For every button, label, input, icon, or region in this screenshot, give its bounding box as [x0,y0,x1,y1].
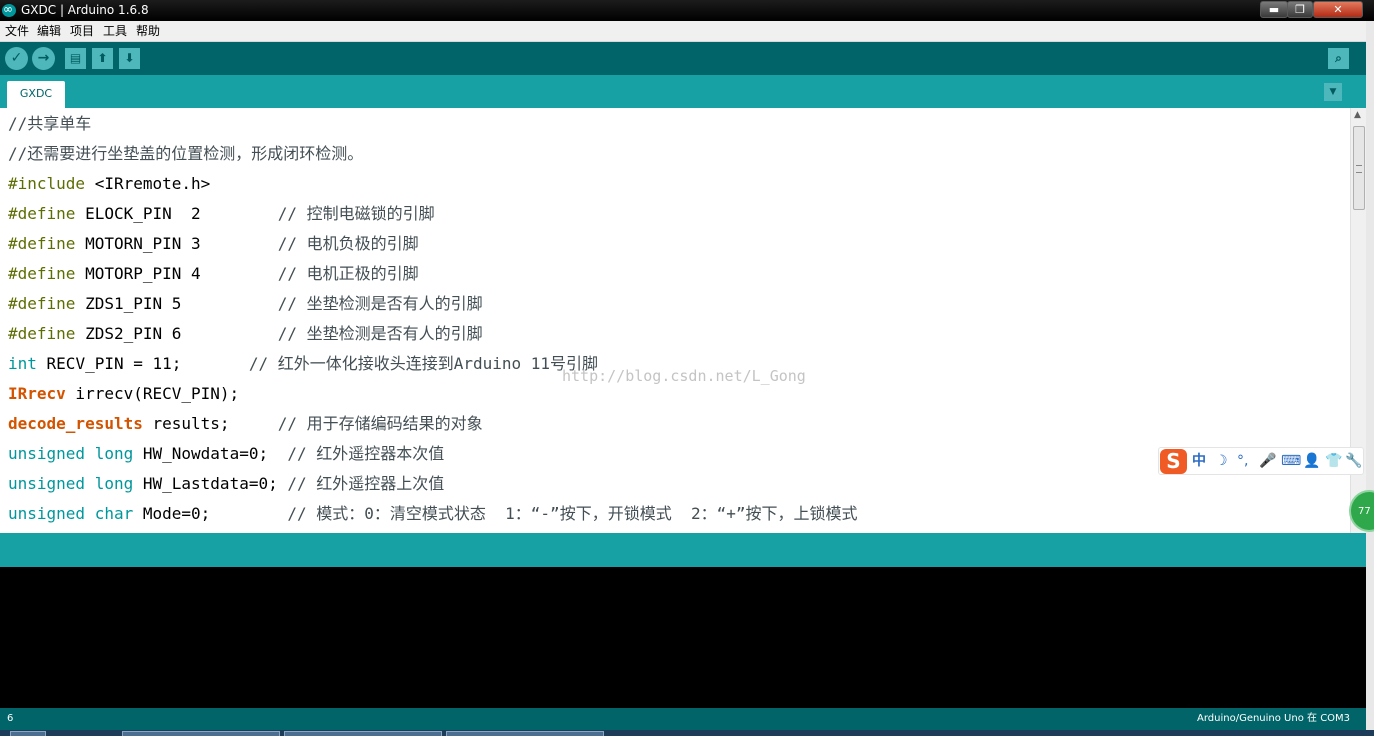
code-token-type: unsigned long [8,444,134,463]
code-line-3: #include <IRremote.h> [8,169,210,199]
code-token-text: MOTORP_PIN 4 [75,264,278,283]
verify-button[interactable]: ✓ [5,47,28,70]
code-token-directive: #include [8,174,86,193]
taskbar-item-1[interactable] [122,731,280,736]
code-line-5: #define MOTORN_PIN 3 // 电机负极的引脚 [8,229,419,259]
serial-monitor-button[interactable]: ⌕ [1328,48,1349,69]
code-line-8: #define ZDS2_PIN 6 // 坐垫检测是否有人的引脚 [8,319,483,349]
menu-edit[interactable]: 编辑 [34,21,64,42]
code-token-comment: // 电机负极的引脚 [277,234,419,253]
code-token-type: int [8,354,37,373]
ime-settings-wrench-icon[interactable]: 🔧 [1345,452,1362,470]
ime-toolbar[interactable]: S 中 ☽ °, 🎤 ⌨ 👤 👕 🔧 [1158,447,1364,475]
code-token-text: MOTORN_PIN 3 [75,234,278,253]
code-token-class: IRrecv [8,384,66,403]
menu-tools[interactable]: 工具 [100,21,130,42]
code-token-comment: // 电机正极的引脚 [277,264,419,283]
scroll-up-arrow-icon[interactable]: ▲ [1354,110,1361,120]
code-token-type: unsigned long [8,474,134,493]
code-line-13: unsigned long HW_Lastdata=0; // 红外遥控器上次值 [8,469,444,499]
code-token-comment: // 坐垫检测是否有人的引脚 [277,324,483,343]
title-bar: GXDC | Arduino 1.6.8 ▬ ❐ ✕ [0,0,1374,21]
console-output[interactable] [0,567,1366,708]
code-line-14: unsigned char Mode=0; // 模式：0：清空模式状态 1：“… [8,499,858,529]
code-token-text: results; [142,414,278,433]
message-area [0,533,1366,567]
scrollbar-thumb[interactable] [1353,126,1365,210]
tab-gxdc[interactable]: GXDC [7,81,65,108]
menu-file[interactable]: 文件 [2,21,32,42]
code-line-12: unsigned long HW_Nowdata=0; // 红外遥控器本次值 [8,439,444,469]
tab-menu-chevron-down-icon[interactable]: ▼ [1324,83,1342,101]
code-token-type: unsigned char [8,504,134,523]
status-bar: 6 Arduino/Genuino Uno 在 COM3 [0,708,1366,730]
code-token-text: <IRremote.h> [85,174,211,193]
arduino-ide-window: GXDC | Arduino 1.6.8 ▬ ❐ ✕ 文件 编辑 项目 工具 帮… [0,0,1374,736]
os-taskbar [0,730,1374,736]
code-token-comment: // 模式：0：清空模式状态 1：“-”按下，开锁模式 2：“+”按下，上锁模式 [287,504,858,523]
code-token-text: irrecv(RECV_PIN); [65,384,240,403]
code-token-directive: #define [8,294,76,313]
code-line-6: #define MOTORP_PIN 4 // 电机正极的引脚 [8,259,419,289]
code-token-comment: // 红外遥控器上次值 [287,474,445,493]
code-token-comment: // 控制电磁锁的引脚 [277,204,435,223]
code-token-directive: #define [8,204,76,223]
ime-half-width-moon-icon[interactable]: ☽ [1215,452,1228,470]
save-sketch-button[interactable]: ⬇ [119,48,140,69]
blog-watermark: http://blog.csdn.net/L_Gong [562,367,806,385]
menu-bar: 文件 编辑 项目 工具 帮助 [0,21,1374,42]
status-line-number: 6 [7,713,14,724]
code-line-11: decode_results results; // 用于存储编码结果的对象 [8,409,483,439]
menu-sketch[interactable]: 项目 [67,21,97,42]
code-token-comment: // 红外遥控器本次值 [287,444,445,463]
menu-help[interactable]: 帮助 [133,21,163,42]
code-token-text: ZDS2_PIN 6 [75,324,278,343]
code-token-class: decode_results [8,414,143,433]
code-token-text: ZDS1_PIN 5 [75,294,278,313]
code-token-directive: #define [8,324,76,343]
taskbar-start-button[interactable] [10,731,46,736]
code-line-7: #define ZDS1_PIN 5 // 坐垫检测是否有人的引脚 [8,289,483,319]
code-token-text: RECV_PIN = 11; [36,354,249,373]
sogou-logo-icon[interactable]: S [1160,449,1187,474]
ime-user-icon[interactable]: 👤 [1303,452,1320,470]
taskbar-item-3[interactable] [446,731,604,736]
minimize-button[interactable]: ▬ [1260,1,1288,18]
close-button[interactable]: ✕ [1313,1,1363,18]
status-board-port: Arduino/Genuino Uno 在 COM3 [1197,713,1351,724]
code-token-text: ELOCK_PIN 2 [75,204,278,223]
code-token-comment: // 用于存储编码结果的对象 [277,414,483,433]
code-token-text: Mode=0; [133,504,288,523]
code-token-comment: // 坐垫检测是否有人的引脚 [277,294,483,313]
code-line-2: //还需要进行坐垫盖的位置检测，形成闭环检测。 [8,144,364,163]
window-right-edge [1366,21,1374,736]
code-token-text: HW_Nowdata=0; [133,444,288,463]
scrollbar-grip-icon [1356,165,1362,173]
ime-microphone-icon[interactable]: 🎤 [1259,452,1276,470]
code-line-4: #define ELOCK_PIN 2 // 控制电磁锁的引脚 [8,199,435,229]
ime-skin-shirt-icon[interactable]: 👕 [1325,452,1342,470]
code-line-9: int RECV_PIN = 11; // 红外一体化接收头连接到Arduino… [8,349,598,379]
window-title: GXDC | Arduino 1.6.8 [21,3,149,17]
ime-punctuation-icon[interactable]: °, [1237,452,1248,470]
ime-chinese-mode-icon[interactable]: 中 [1192,452,1206,470]
ime-keyboard-icon[interactable]: ⌨ [1281,452,1301,470]
arduino-logo-icon [2,0,16,20]
tab-bar: GXDC ▼ [0,75,1366,108]
new-sketch-button[interactable]: ▤ [65,48,86,69]
maximize-button[interactable]: ❐ [1287,1,1313,18]
code-token-comment: // 红外一体化接收头连接到Arduino 11号引脚 [248,354,599,373]
code-token-directive: #define [8,264,76,283]
code-line-10: IRrecv irrecv(RECV_PIN); [8,379,239,409]
upload-button[interactable]: → [32,47,55,70]
toolbar: ✓ → ▤ ⬆ ⬇ ⌕ [0,42,1366,75]
code-editor[interactable]: //共享单车 //还需要进行坐垫盖的位置检测，形成闭环检测。 #include … [0,108,1350,533]
open-sketch-button[interactable]: ⬆ [92,48,113,69]
taskbar-item-2[interactable] [284,731,442,736]
code-token-text: HW_Lastdata=0; [133,474,288,493]
code-line-1: //共享单车 [8,114,92,133]
code-token-directive: #define [8,234,76,253]
